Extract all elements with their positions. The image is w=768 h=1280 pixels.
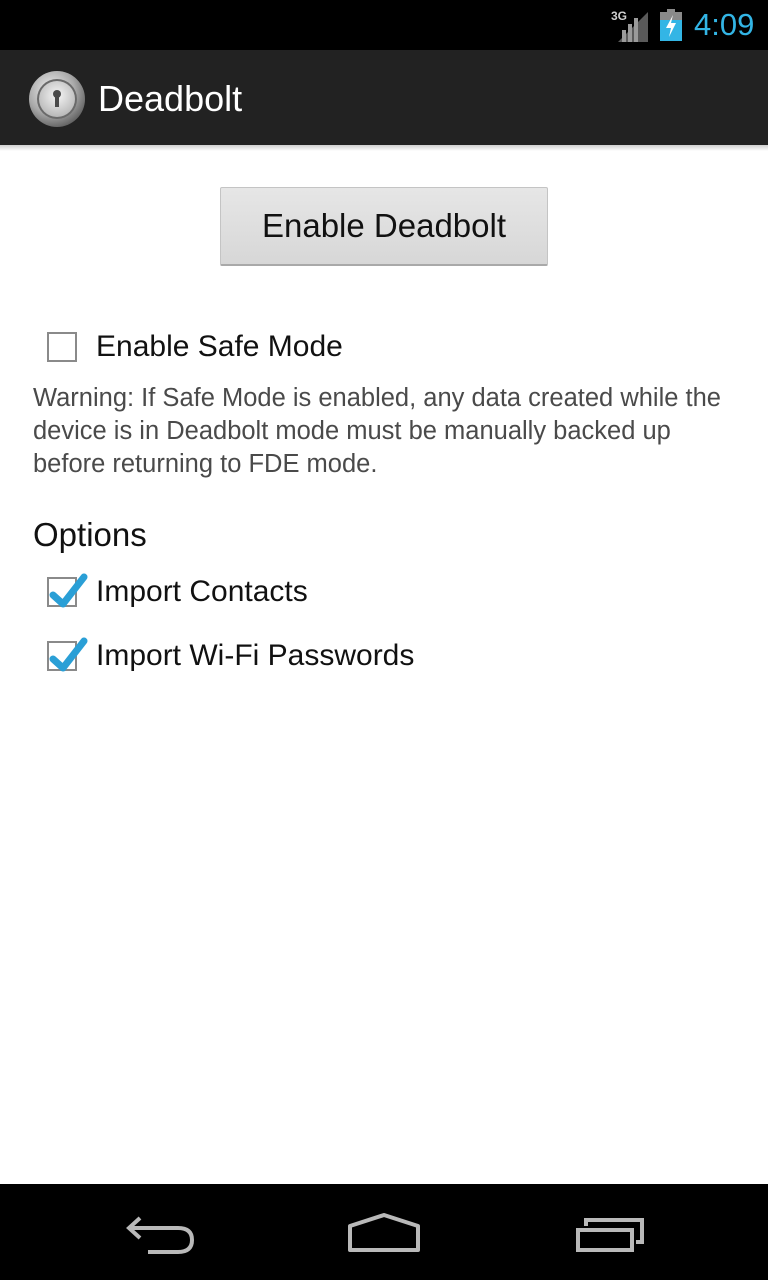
recent-apps-icon[interactable] (572, 1208, 652, 1258)
safe-mode-checkbox[interactable] (47, 332, 77, 362)
network-type-label: 3G (611, 9, 628, 23)
deadbolt-lock-icon[interactable] (28, 70, 86, 128)
enable-deadbolt-button[interactable]: Enable Deadbolt (220, 187, 548, 266)
status-bar: 3G 4:09 (0, 0, 768, 50)
options-heading: Options (33, 516, 147, 553)
import-wifi-label: Import Wi-Fi Passwords (96, 639, 415, 672)
app-title: Deadbolt (98, 78, 243, 119)
import-wifi-checkbox[interactable] (47, 637, 88, 672)
import-contacts-checkbox-row[interactable]: Import Contacts (47, 572, 308, 612)
clock: 4:09 (694, 7, 755, 42)
safe-mode-label: Enable Safe Mode (96, 330, 343, 363)
checkmark-icon (49, 637, 88, 672)
safe-mode-checkbox-row[interactable]: Enable Safe Mode (47, 327, 343, 367)
import-contacts-checkbox[interactable] (47, 573, 88, 608)
import-contacts-label: Import Contacts (96, 575, 308, 608)
safe-mode-warning: Warning: If Safe Mode is enabled, any da… (33, 384, 721, 478)
back-arrow-icon[interactable] (120, 1208, 200, 1258)
import-wifi-checkbox-row[interactable]: Import Wi-Fi Passwords (47, 636, 414, 676)
battery-charging-icon (660, 9, 682, 41)
action-bar-shadow (0, 145, 768, 151)
checkmark-icon (49, 573, 88, 608)
home-icon[interactable] (344, 1208, 424, 1258)
